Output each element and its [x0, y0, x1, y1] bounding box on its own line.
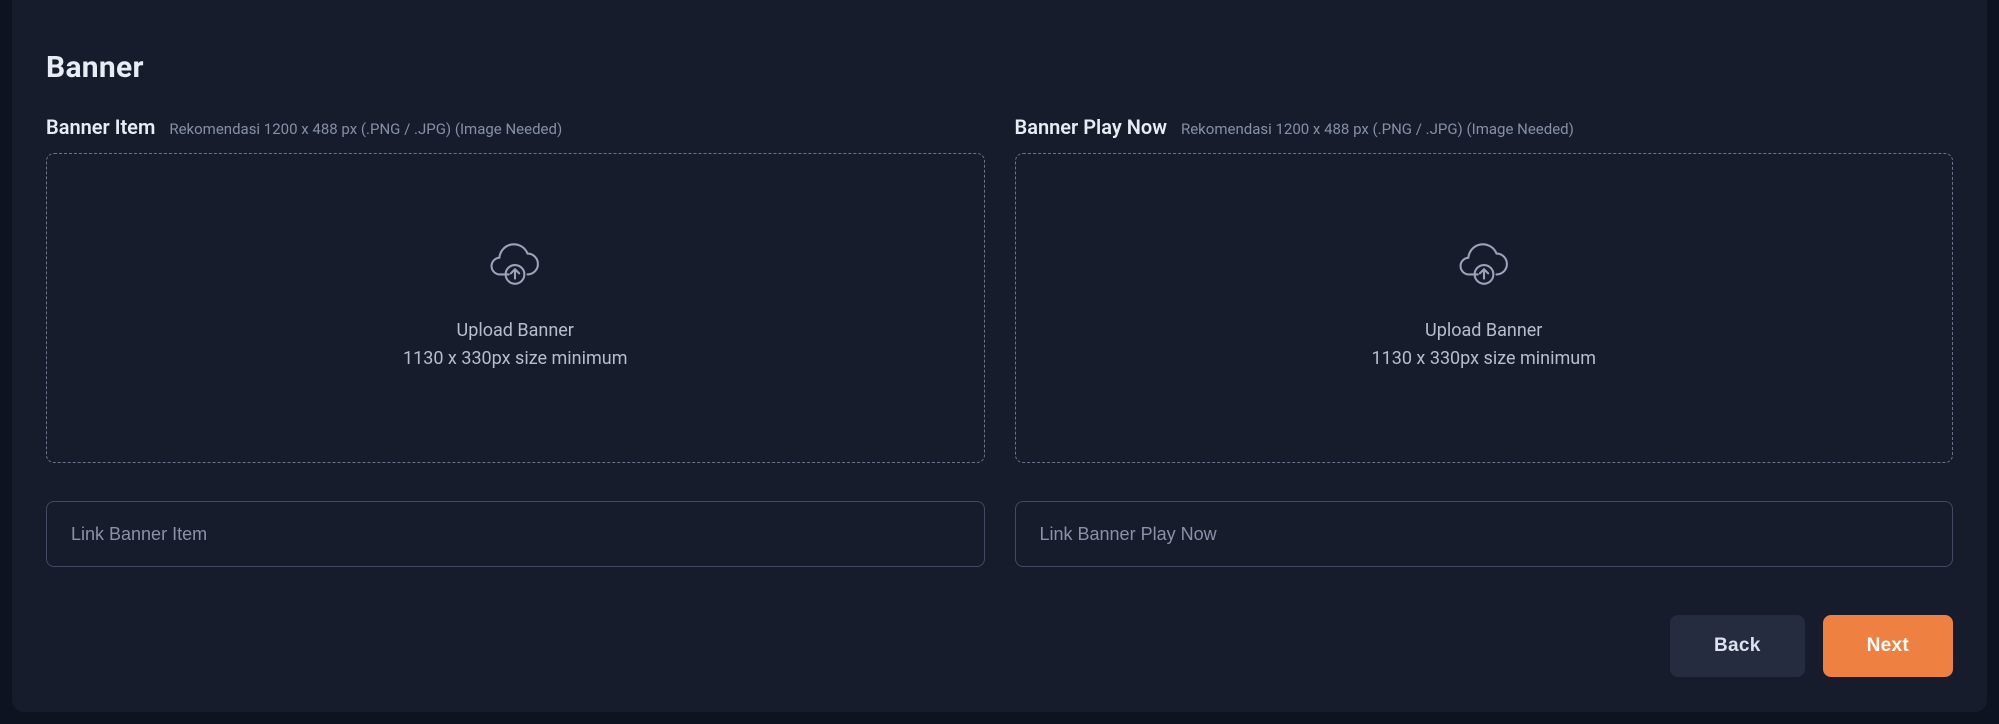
banner-item-label: Banner Item	[46, 115, 155, 139]
banner-item-drop-text: Upload Banner 1130 x 330px size minimum	[403, 317, 627, 373]
banner-item-hint: Rekomendasi 1200 x 488 px (.PNG / .JPG) …	[169, 120, 562, 138]
upload-line2: 1130 x 330px size minimum	[403, 345, 627, 373]
banner-item-dropzone[interactable]: Upload Banner 1130 x 330px size minimum	[46, 153, 985, 463]
section-title: Banner	[46, 50, 1953, 85]
next-button[interactable]: Next	[1823, 615, 1953, 677]
footer-actions: Back Next	[46, 615, 1953, 677]
banner-play-now-drop-text: Upload Banner 1130 x 330px size minimum	[1372, 317, 1596, 373]
banner-play-now-column: Banner Play Now Rekomendasi 1200 x 488 p…	[1015, 115, 1954, 567]
link-banner-play-now-input[interactable]	[1015, 501, 1954, 567]
banner-item-label-row: Banner Item Rekomendasi 1200 x 488 px (.…	[46, 115, 985, 139]
banner-play-now-label: Banner Play Now	[1015, 115, 1167, 139]
banner-play-now-hint: Rekomendasi 1200 x 488 px (.PNG / .JPG) …	[1181, 120, 1574, 138]
cloud-upload-icon	[1459, 243, 1509, 289]
upload-line1: Upload Banner	[1372, 317, 1596, 345]
back-button[interactable]: Back	[1670, 615, 1805, 677]
columns: Banner Item Rekomendasi 1200 x 488 px (.…	[46, 115, 1953, 567]
banner-play-now-label-row: Banner Play Now Rekomendasi 1200 x 488 p…	[1015, 115, 1954, 139]
cloud-upload-icon	[490, 243, 540, 289]
banner-play-now-dropzone[interactable]: Upload Banner 1130 x 330px size minimum	[1015, 153, 1954, 463]
banner-item-column: Banner Item Rekomendasi 1200 x 488 px (.…	[46, 115, 985, 567]
link-banner-item-input[interactable]	[46, 501, 985, 567]
banner-panel: Banner Banner Item Rekomendasi 1200 x 48…	[12, 0, 1987, 712]
upload-line1: Upload Banner	[403, 317, 627, 345]
upload-line2: 1130 x 330px size minimum	[1372, 345, 1596, 373]
